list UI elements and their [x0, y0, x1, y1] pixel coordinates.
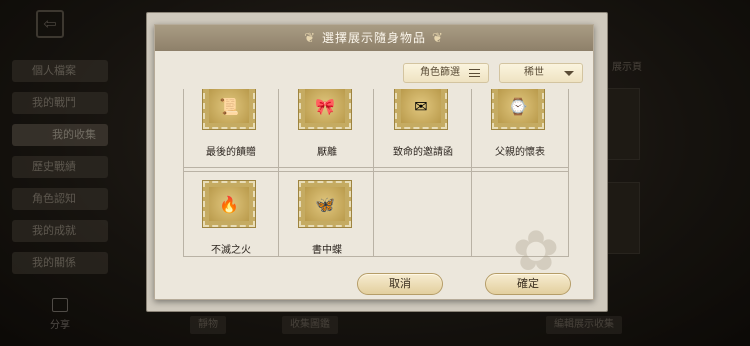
item-stamp: ⌚ [491, 89, 545, 130]
list-icon [469, 69, 480, 77]
laurel-icon: ❦ [304, 31, 316, 46]
empty-slot [375, 173, 471, 255]
laurel-icon: ❦ [432, 31, 444, 46]
item-label: 書中蝶 [312, 245, 342, 256]
item-slot[interactable]: 🎀 厭離 [279, 89, 375, 171]
confirm-button[interactable]: 確定 [485, 273, 571, 295]
cancel-button[interactable]: 取消 [357, 273, 443, 295]
role-filter-button[interactable]: 角色篩選 [403, 63, 489, 83]
pocket-watch-icon: ⌚ [508, 96, 528, 116]
item-slot[interactable]: 🦋 書中蝶 [279, 173, 375, 256]
item-stamp: 🦋 [298, 180, 352, 228]
item-slot[interactable]: ✉ 致命的邀請函 [375, 89, 471, 171]
item-slot[interactable]: ⌚ 父親的懷表 [472, 89, 568, 171]
chevron-down-icon [564, 71, 574, 76]
item-label: 厭離 [317, 147, 337, 158]
role-filter-label: 角色篩選 [420, 67, 460, 78]
rarity-dropdown[interactable]: 稀世 [499, 63, 583, 83]
select-item-dialog: ❦ 選擇展示隨身物品 ❦ 角色篩選 稀世 📜 最後的饋贈 🎀 厭離 ✉ 致命的邀請函 [154, 24, 594, 300]
item-label: 父親的懷表 [495, 147, 545, 158]
dialog-title: 選擇展示隨身物品 [321, 31, 426, 45]
item-stamp: ✉ [394, 89, 448, 130]
winged-letter-icon: ✉ [414, 96, 428, 116]
bow-ribbon-icon: 🎀 [315, 96, 335, 116]
grid-divider [183, 171, 569, 172]
item-stamp: 📜 [202, 89, 256, 130]
butterfly-book-icon: 🦋 [315, 194, 335, 214]
item-stamp: 🔥 [202, 180, 256, 228]
dialog-header: ❦ 選擇展示隨身物品 ❦ [155, 25, 593, 51]
item-label: 最後的饋贈 [206, 147, 256, 158]
item-slot[interactable]: 🔥 不滅之火 [183, 173, 279, 256]
item-label: 致命的邀請函 [393, 147, 453, 158]
scroll-bandage-icon: 📜 [219, 96, 239, 116]
rarity-dropdown-value: 稀世 [524, 67, 544, 78]
item-stamp: 🎀 [298, 89, 352, 130]
torch-icon: 🔥 [219, 194, 239, 214]
item-label: 不滅之火 [211, 245, 251, 256]
item-slot[interactable]: 📜 最後的饋贈 [183, 89, 279, 171]
